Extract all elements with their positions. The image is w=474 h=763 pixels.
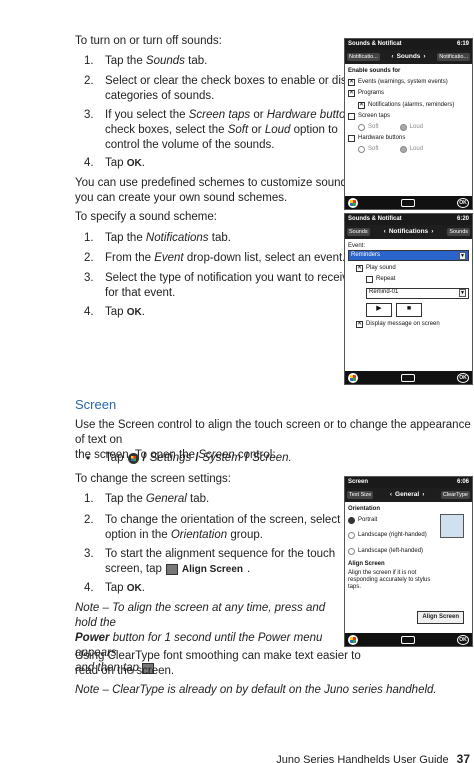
step-text: To start the alignment sequence for the … bbox=[105, 548, 336, 575]
paragraph-schemes: You can use predefined schemes to custom… bbox=[75, 177, 370, 204]
step-number: 3. bbox=[84, 548, 94, 560]
screenshot-sounds: Sounds & Notificat 6:19 Notificatio... ‹ So… bbox=[344, 38, 473, 210]
step-number: 1. bbox=[84, 55, 94, 67]
step-text: Tap the Notifications tab. bbox=[105, 232, 231, 244]
align-screen-icon bbox=[165, 563, 178, 575]
step-number: 4. bbox=[84, 157, 94, 169]
tap-path: Tap / Settings / System / Screen. bbox=[105, 452, 292, 464]
screenshot-notifications: Sounds & Notificat 6:20 Sounds ‹ Notificati… bbox=[344, 213, 473, 385]
step-number: 4. bbox=[84, 306, 94, 318]
step-text: Tap the General tab. bbox=[105, 493, 210, 505]
section-heading-screen: Screen bbox=[75, 397, 117, 412]
intro-text: To turn on or turn off sounds: bbox=[75, 35, 222, 47]
step-number: 1. bbox=[84, 232, 94, 244]
step-number: 3. bbox=[84, 109, 94, 121]
step-number: 4. bbox=[84, 582, 94, 594]
cleartype-paragraph: Using ClearType font smoothing can make … bbox=[75, 650, 361, 677]
step-text: Tap OK. bbox=[105, 306, 145, 318]
step-text: Select the type of notification you want… bbox=[105, 272, 355, 299]
scheme-intro: To specify a sound scheme: bbox=[75, 211, 217, 223]
note-cleartype: Note – ClearType is already on by defaul… bbox=[75, 684, 437, 696]
bullet: • bbox=[86, 453, 91, 465]
step-text: To change the orientation of the screen,… bbox=[105, 514, 357, 541]
step-text: From the Event drop-down list, select an… bbox=[105, 252, 346, 264]
page-footer: Juno Series Handhelds User Guide 37 bbox=[276, 752, 470, 763]
step-text: If you select the Screen taps or Hardwar… bbox=[105, 109, 358, 151]
step-text: Tap OK. bbox=[105, 582, 145, 594]
change-intro: To change the screen settings: bbox=[75, 473, 231, 485]
step-text: Tap OK. bbox=[105, 157, 145, 169]
step-number: 3. bbox=[84, 272, 94, 284]
step-text: Tap the Sounds tab. bbox=[105, 55, 208, 67]
step-number: 1. bbox=[84, 493, 94, 505]
step-number: 2. bbox=[84, 252, 94, 264]
screenshot-screen: Screen 6:06 Text Size ‹ General › ClearType O… bbox=[344, 476, 473, 647]
start-menu-icon bbox=[127, 452, 139, 464]
step-number: 2. bbox=[84, 75, 94, 87]
step-number: 2. bbox=[84, 514, 94, 526]
orientation-preview-icon bbox=[440, 514, 464, 538]
step-text: Select or clear the check boxes to enabl… bbox=[105, 75, 369, 102]
